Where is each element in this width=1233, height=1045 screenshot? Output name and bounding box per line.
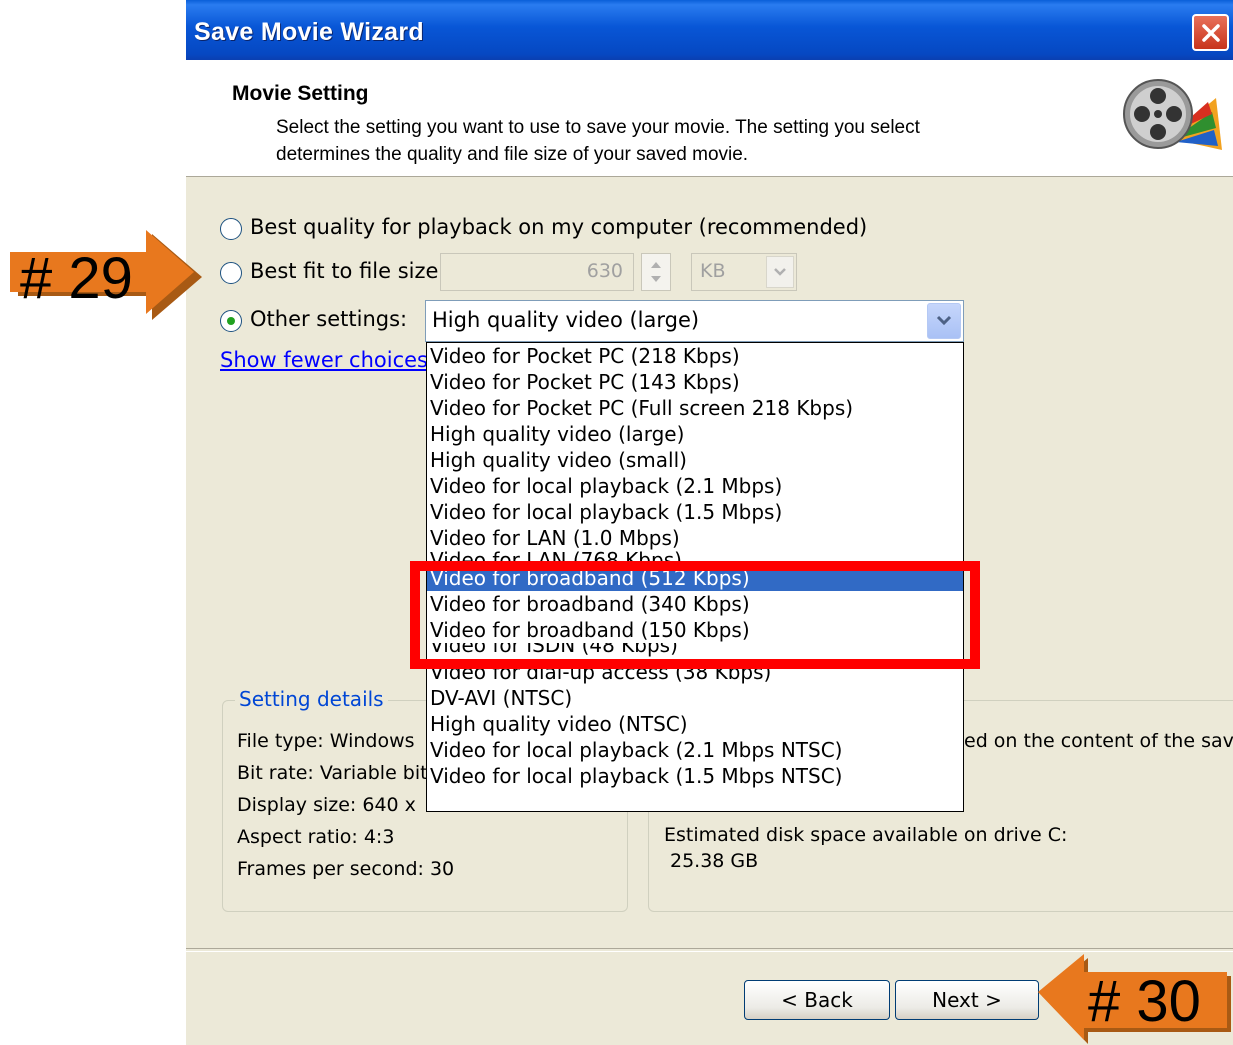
other-settings-combo[interactable]: High quality video (large) [425,300,964,342]
file-size-spinner[interactable] [641,253,671,291]
detail-fps: Frames per second: 30 [237,858,455,880]
list-item[interactable]: Video for local playback (1.5 Mbps) [427,499,963,525]
file-size-unit-select[interactable]: KB [691,253,797,291]
chevron-down-icon [936,315,952,326]
detail-display-size: Display size: 640 x [237,794,416,816]
subtitle-line-1: Select the setting you want to use to sa… [276,117,920,138]
disk-space-label: Estimated disk space available on drive … [664,824,1068,846]
disk-space-value: 25.38 GB [670,850,759,872]
show-fewer-choices-link[interactable]: Show fewer choices... [220,348,448,372]
list-item[interactable]: Video for local playback (2.1 Mbps NTSC) [427,737,963,763]
radio-best-quality[interactable] [220,218,242,240]
file-size-input[interactable]: 630 [440,253,634,291]
list-item[interactable]: High quality video (small) [427,447,963,473]
step-29-label: # 29 [20,246,133,311]
chevron-down-icon [774,268,786,276]
next-button[interactable]: Next > [895,980,1039,1020]
close-button[interactable] [1192,14,1229,51]
list-item[interactable]: Video for local playback (1.5 Mbps NTSC) [427,763,963,789]
list-item[interactable]: Video for local playback (2.1 Mbps) [427,473,963,499]
other-settings-label: Other settings: [250,307,408,331]
spinner-arrows-icon [651,262,661,282]
combo-dropdown-button[interactable] [927,303,961,339]
page-title: Movie Setting [232,82,369,105]
list-item[interactable]: Video for Pocket PC (218 Kbps) [427,343,963,369]
close-icon [1202,24,1220,42]
list-item[interactable]: Video for Pocket PC (143 Kbps) [427,369,963,395]
film-reel-icon [1123,79,1222,150]
window-title: Save Movie Wizard [194,18,424,46]
detail-file-type: File type: Windows [237,730,415,752]
file-size-unit-value: KB [700,260,726,282]
highlight-box [410,561,980,669]
setting-details-legend: Setting details [235,687,388,711]
page-subtitle: Select the setting you want to use to sa… [276,114,1036,168]
title-bar: Save Movie Wizard [186,0,1233,60]
list-item[interactable]: Video for Pocket PC (Full screen 218 Kbp… [427,395,963,421]
subtitle-line-2: determines the quality and file size of … [276,144,749,165]
file-size-value: 630 [586,260,623,282]
list-item[interactable]: High quality video (NTSC) [427,711,963,737]
selected-setting: High quality video (large) [432,308,700,332]
list-item[interactable]: High quality video (large) [427,421,963,447]
radio-other-settings[interactable] [220,310,242,332]
best-quality-label: Best quality for playback on my computer… [250,215,868,239]
list-item[interactable]: Video for LAN (1.0 Mbps) [427,525,963,551]
best-fit-label: Best fit to file size: [250,259,446,283]
wizard-header: Movie Setting Select the setting you wan… [186,60,1233,177]
step-30-label: # 30 [1088,969,1201,1034]
unit-dropdown-button[interactable] [766,256,794,288]
detail-bit-rate: Bit rate: Variable bit [237,762,428,784]
file-size-note: ed on the content of the sav [964,730,1233,752]
detail-aspect-ratio: Aspect ratio: 4:3 [237,826,395,848]
radio-best-fit[interactable] [220,262,242,284]
list-item[interactable]: DV-AVI (NTSC) [427,685,963,711]
back-button[interactable]: < Back [744,980,890,1020]
